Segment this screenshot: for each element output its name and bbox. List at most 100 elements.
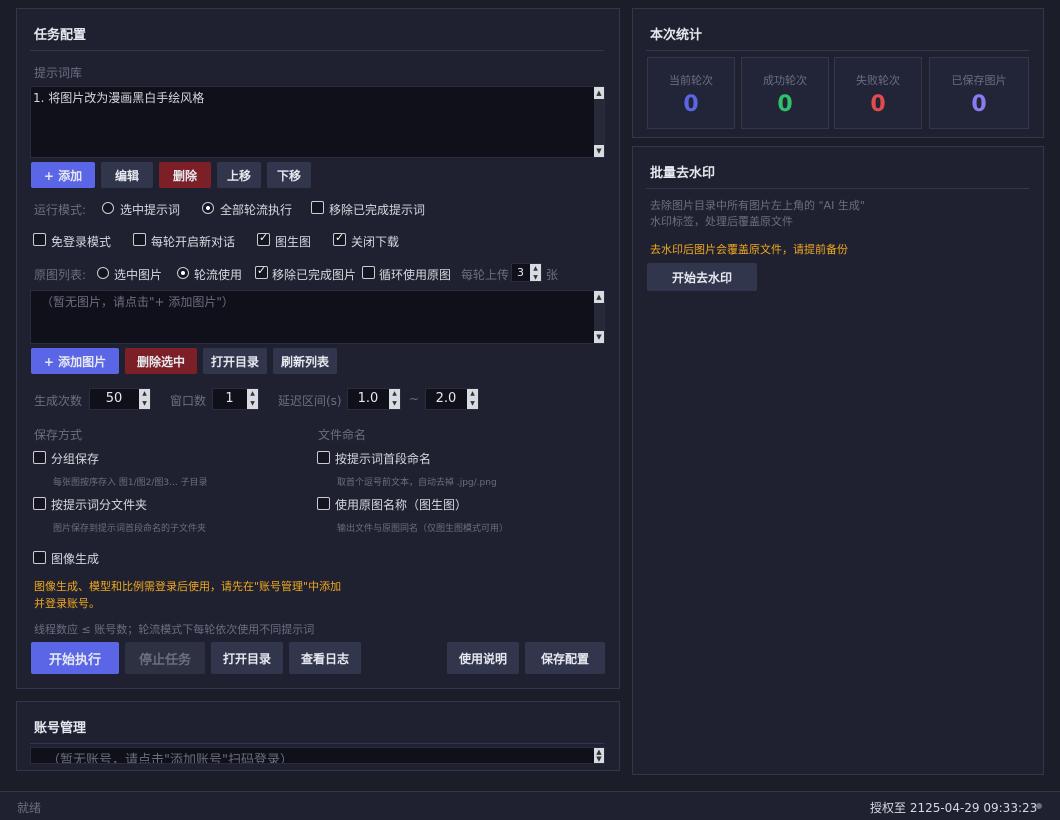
naming-prompt-desc: 取首个逗号前文本，自动去掉 .jpg/.png	[337, 478, 497, 488]
naming-source-checkbox[interactable]	[317, 497, 330, 510]
delete-selected-image-button[interactable]: 删除选中	[125, 348, 197, 374]
watermark-title: 批量去水印	[650, 166, 716, 181]
img2img-label: 图生图	[275, 235, 312, 249]
open-image-dir-button[interactable]: 打开目录	[203, 348, 267, 374]
group-save-desc: 每张图按序存入 图1/图2/图3... 子目录	[53, 478, 208, 488]
naming-prompt-checkbox[interactable]	[317, 451, 330, 464]
remove-done-prompt-checkbox[interactable]	[311, 201, 324, 214]
divider	[30, 50, 604, 51]
account-list-placeholder: （暂无账号，请点击"添加账号"扫码登录）	[47, 753, 293, 764]
no-login-label: 免登录模式	[51, 235, 112, 249]
group-save-checkbox[interactable]	[33, 451, 46, 464]
remove-done-prompt-label: 移除已完成提示词	[329, 203, 426, 217]
prompt-list-scrollbar[interactable]: ▲ ▼	[594, 87, 604, 157]
loop-source-label: 循环使用原图	[379, 268, 452, 282]
add-prompt-button[interactable]: + 添加	[31, 162, 95, 188]
image-list[interactable]: （暂无图片，请点击"+ 添加图片"） ▲ ▼	[30, 290, 605, 344]
naming-source-desc: 输出文件与原图同名（仅图生图模式可用）	[337, 524, 509, 534]
stat-value: 0	[971, 92, 987, 117]
start-task-button[interactable]: 开始执行	[31, 642, 119, 674]
move-up-button[interactable]: 上移	[217, 162, 261, 188]
stat-value: 0	[870, 92, 886, 117]
loop-source-checkbox[interactable]	[362, 266, 375, 279]
group-save-label: 分组保存	[51, 452, 100, 466]
status-text: 就绪	[17, 801, 42, 815]
watermark-desc-2: 水印标签，处理后覆盖原文件	[650, 215, 793, 228]
stat-current-round: 当前轮次 0	[647, 57, 735, 129]
task-config-title: 任务配置	[34, 28, 87, 43]
image-gen-checkbox[interactable]	[33, 551, 46, 564]
save-mode-label: 保存方式	[34, 428, 83, 442]
open-dir-button[interactable]: 打开目录	[211, 642, 283, 674]
image-list-scrollbar[interactable]: ▲ ▼	[594, 291, 604, 343]
delay-separator: ~	[409, 392, 420, 406]
file-naming-label: 文件命名	[318, 428, 367, 442]
new-chat-label: 每轮开启新对话	[151, 235, 236, 249]
prompt-list[interactable]: 1. 将图片改为漫画黑白手绘风格 ▲ ▼	[30, 86, 605, 158]
account-title: 账号管理	[34, 721, 87, 736]
no-login-checkbox[interactable]	[33, 233, 46, 246]
status-dot-icon	[1036, 803, 1042, 809]
prompt-item[interactable]: 1. 将图片改为漫画黑白手绘风格	[33, 89, 204, 106]
source-list-label: 原图列表:	[34, 268, 87, 282]
gen-count-value: 50	[105, 391, 123, 406]
stat-label: 失败轮次	[856, 74, 900, 87]
stat-value: 0	[683, 92, 699, 117]
naming-prompt-label: 按提示词首段命名	[335, 452, 432, 466]
new-chat-checkbox[interactable]	[133, 233, 146, 246]
delay-min-stepper[interactable]: 1.0 ▲ ▼	[347, 388, 401, 410]
divider	[30, 743, 604, 744]
help-button[interactable]: 使用说明	[447, 642, 519, 674]
remove-done-image-label: 移除已完成图片	[272, 268, 357, 282]
remove-watermark-button[interactable]: 开始去水印	[647, 263, 757, 291]
watermark-warning: 去水印后图片会覆盖原文件，请提前备份	[650, 243, 848, 256]
disable-download-checkbox[interactable]	[333, 231, 346, 246]
radio-rotate-image-label: 轮流使用	[194, 268, 243, 282]
stat-label: 已保存图片	[951, 74, 1007, 87]
radio-round-robin[interactable]	[202, 202, 214, 214]
delay-max-value: 2.0	[435, 391, 457, 406]
move-down-button[interactable]: 下移	[267, 162, 311, 188]
prompt-folder-checkbox[interactable]	[33, 497, 46, 510]
prompt-folder-label: 按提示词分文件夹	[51, 498, 148, 512]
window-count-value: 1	[225, 391, 234, 406]
license-expiry: 授权至 2125-04-29 09:33:23	[870, 801, 1038, 815]
radio-selected-prompt[interactable]	[102, 202, 114, 214]
naming-source-label: 使用原图名称（图生图）	[335, 498, 468, 512]
prompt-lib-label: 提示词库	[34, 66, 83, 80]
gen-count-label: 生成次数	[34, 394, 83, 408]
gen-count-stepper[interactable]: 50 ▲ ▼	[89, 388, 151, 410]
delay-max-stepper[interactable]: 2.0 ▲ ▼	[425, 388, 479, 410]
delay-range-label: 延迟区间(s)	[278, 394, 342, 408]
img2img-checkbox[interactable]	[257, 231, 270, 246]
view-log-button[interactable]: 查看日志	[289, 642, 361, 674]
refresh-list-button[interactable]: 刷新列表	[273, 348, 337, 374]
divider	[646, 188, 1029, 189]
image-gen-warning-2: 并登录账号。	[34, 597, 100, 610]
save-config-button[interactable]: 保存配置	[525, 642, 605, 674]
stat-saved-images: 已保存图片 0	[929, 57, 1029, 129]
image-gen-label: 图像生成	[51, 552, 100, 566]
per-round-label: 每轮上传	[461, 268, 510, 282]
stats-title: 本次统计	[650, 28, 703, 43]
window-count-stepper[interactable]: 1 ▲ ▼	[212, 388, 259, 410]
watermark-desc-1: 去除图片目录中所有图片左上角的 "AI 生成"	[650, 199, 865, 212]
divider	[646, 50, 1029, 51]
radio-selected-image-label: 选中图片	[114, 268, 163, 282]
disable-download-label: 关闭下载	[351, 235, 400, 249]
delete-prompt-button[interactable]: 删除	[159, 162, 211, 188]
account-list[interactable]: （暂无账号，请点击"添加账号"扫码登录） ▲ ▼	[30, 747, 605, 764]
per-round-stepper[interactable]: 3 ▲ ▼	[511, 263, 542, 282]
radio-round-robin-label: 全部轮流执行	[220, 203, 293, 217]
thread-hint: 线程数应 ≤ 账号数；轮流模式下每轮依次使用不同提示词	[34, 623, 315, 636]
add-image-button[interactable]: + 添加图片	[31, 348, 119, 374]
radio-selected-image[interactable]	[97, 267, 109, 279]
stat-failed-round: 失败轮次 0	[834, 57, 922, 129]
stop-task-button[interactable]: 停止任务	[125, 642, 205, 674]
account-list-scrollbar[interactable]: ▲ ▼	[594, 748, 604, 763]
edit-prompt-button[interactable]: 编辑	[101, 162, 153, 188]
radio-rotate-image[interactable]	[177, 267, 189, 279]
remove-done-image-checkbox[interactable]	[255, 264, 268, 279]
stat-label: 成功轮次	[763, 74, 807, 87]
image-list-placeholder: （暂无图片，请点击"+ 添加图片"）	[41, 295, 234, 309]
